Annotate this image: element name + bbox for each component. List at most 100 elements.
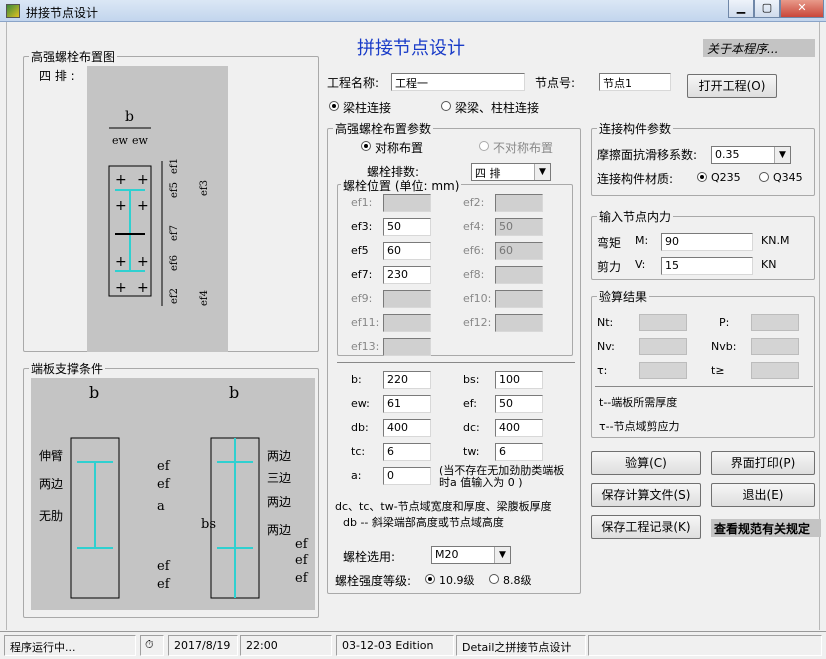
open-project-button[interactable]: 打开工程(O) [687, 74, 777, 98]
ef6-field[interactable]: 60 [495, 242, 543, 260]
ef9-label: ef9: [351, 292, 373, 305]
tw-field[interactable]: 6 [495, 443, 543, 461]
shear-unit: KN [761, 258, 777, 271]
q235-radio[interactable] [697, 172, 707, 182]
bolt-size-select[interactable]: M20 ▼ [431, 546, 511, 564]
v-label: V: [635, 258, 646, 271]
svg-text:ef: ef [295, 537, 309, 552]
grade-8-8-radio[interactable] [489, 574, 499, 584]
material-label: 连接构件材质: [597, 172, 674, 186]
svg-text:ef7: ef7 [169, 225, 180, 241]
svg-text:ew: ew [112, 134, 129, 147]
view-spec-button[interactable]: 查看规范有关规定 [711, 519, 821, 537]
ef8-label: ef8: [463, 268, 485, 281]
a-field[interactable]: 0 [383, 467, 431, 485]
dim-note-1: dc、tc、tw-节点域宽度和厚度、梁腹板厚度 [335, 500, 552, 513]
svg-text:bs: bs [201, 517, 216, 532]
friction-select[interactable]: 0.35 ▼ [711, 146, 791, 164]
ef8-field[interactable] [495, 266, 543, 284]
check-button[interactable]: 验算(C) [591, 451, 701, 475]
print-button[interactable]: 界面打印(P) [711, 451, 815, 475]
svg-text:+: + [115, 280, 127, 296]
svg-text:ef: ef [295, 571, 309, 586]
tc-field[interactable]: 6 [383, 443, 431, 461]
ef12-field[interactable] [495, 314, 543, 332]
maximize-button[interactable]: ▢ [754, 0, 780, 18]
svg-text:+: + [137, 254, 149, 270]
dc-field[interactable]: 400 [495, 419, 543, 437]
symmetric-radio[interactable] [361, 141, 371, 151]
svg-text:b: b [89, 383, 99, 402]
tw-label: tw: [463, 445, 480, 458]
ef-field[interactable]: 50 [495, 395, 543, 413]
db-field[interactable]: 400 [383, 419, 431, 437]
ef4-field[interactable]: 50 [495, 218, 543, 236]
ef5-label: ef5 [351, 244, 369, 257]
ef3-field[interactable]: 50 [383, 218, 431, 236]
friction-value: 0.35 [715, 148, 740, 161]
svg-text:ef3: ef3 [199, 180, 210, 196]
moment-field[interactable]: 90 [661, 233, 753, 251]
svg-text:+: + [115, 198, 127, 214]
connect-params-title: 连接构件参数 [597, 120, 674, 137]
asymmetric-radio[interactable] [479, 141, 489, 151]
dc-label: dc: [463, 421, 480, 434]
ef9-field[interactable] [383, 290, 431, 308]
about-program[interactable]: 关于本程序... [703, 39, 815, 57]
project-name-label: 工程名称: [327, 76, 380, 90]
m-label: M: [635, 234, 649, 247]
svg-text:ef: ef [157, 477, 171, 492]
svg-text:无肋: 无肋 [39, 508, 63, 523]
b-field[interactable]: 220 [383, 371, 431, 389]
bs-field[interactable]: 100 [495, 371, 543, 389]
svg-text:ef1: ef1 [169, 158, 180, 174]
grade-10-9-label: 10.9级 [439, 574, 475, 587]
status-app: Detail之拼接节点设计 [456, 635, 586, 656]
ef1-field[interactable] [383, 194, 431, 212]
window-title: 拼接节点设计 [26, 6, 99, 20]
node-number-label: 节点号: [535, 76, 576, 90]
minimize-button[interactable]: ▁ [728, 0, 754, 18]
chevron-down-icon: ▼ [774, 147, 790, 163]
svg-text:ef5: ef5 [169, 182, 180, 198]
app-icon [6, 4, 20, 18]
ef5-field[interactable]: 60 [383, 242, 431, 260]
ef-label: ef: [463, 397, 477, 410]
ef7-field[interactable]: 230 [383, 266, 431, 284]
ef10-field[interactable] [495, 290, 543, 308]
grade-10-9-radio[interactable] [425, 574, 435, 584]
bolt-rows-select[interactable]: 四 排 ▼ [471, 163, 551, 181]
ef4-label: ef4: [463, 220, 485, 233]
beam-beam-label: 梁梁、柱柱连接 [455, 101, 540, 115]
chevron-down-icon: ▼ [534, 164, 550, 180]
clock-icon: ⏱ [140, 635, 164, 656]
ef11-field[interactable] [383, 314, 431, 332]
q345-radio[interactable] [759, 172, 769, 182]
beam-beam-radio[interactable] [441, 101, 451, 111]
ef1-label: ef1: [351, 196, 373, 209]
svg-text:两边: 两边 [267, 495, 291, 509]
ef2-field[interactable] [495, 194, 543, 212]
friction-label: 摩擦面抗滑移系数: [597, 148, 698, 162]
exit-button[interactable]: 退出(E) [711, 483, 815, 507]
status-edition: 03-12-03 Edition [336, 635, 454, 656]
shear-field[interactable]: 15 [661, 257, 753, 275]
status-date: 2017/8/19 [168, 635, 238, 656]
result-note-1: t--端板所需厚度 [599, 396, 678, 409]
save-calc-button[interactable]: 保存计算文件(S) [591, 483, 701, 507]
save-record-button[interactable]: 保存工程记录(K) [591, 515, 701, 539]
status-text: 程序运行中... [4, 635, 136, 656]
ef3-label: ef3: [351, 220, 373, 233]
ew-field[interactable]: 61 [383, 395, 431, 413]
close-button[interactable]: ✕ [780, 0, 824, 18]
node-number-field[interactable]: 节点1 [599, 73, 671, 91]
svg-text:+: + [115, 172, 127, 188]
svg-text:ef: ef [157, 577, 171, 592]
results-title: 验算结果 [597, 288, 650, 305]
nt-label: Nt: [597, 316, 614, 329]
beam-column-radio[interactable] [329, 101, 339, 111]
status-time: 22:00 [240, 635, 332, 656]
ef13-field[interactable] [383, 338, 431, 356]
project-name-field[interactable]: 工程一 [391, 73, 525, 91]
bolt-size-value: M20 [435, 548, 459, 561]
